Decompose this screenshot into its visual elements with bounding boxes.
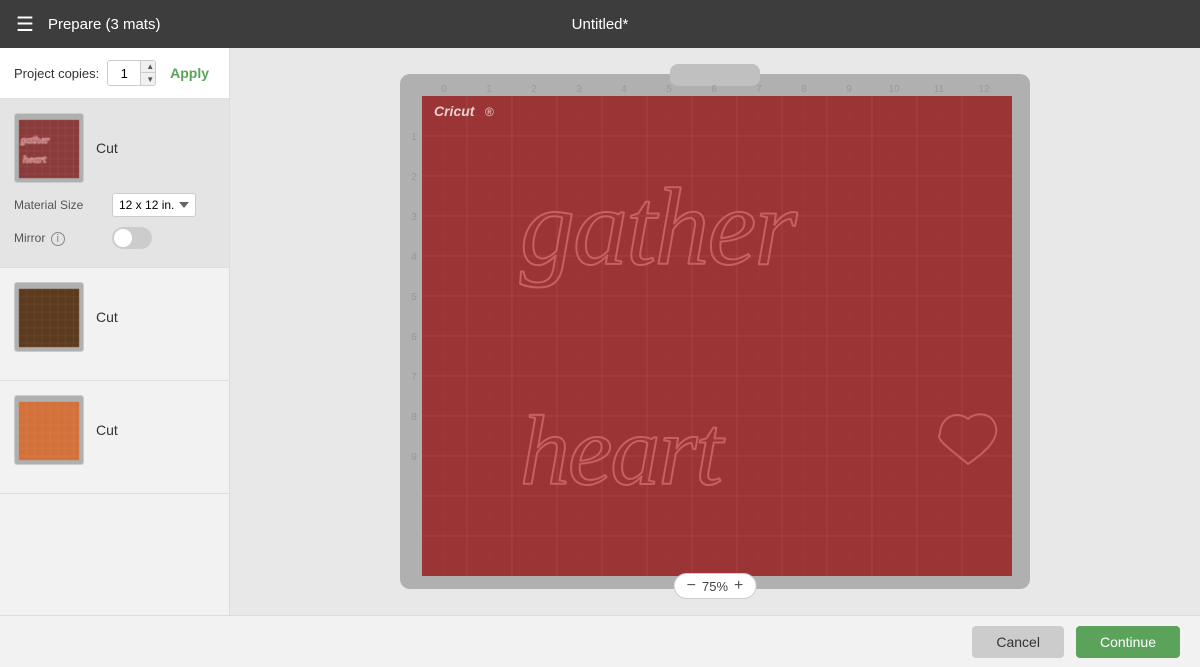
sidebar: Project copies: 1 ▲ ▼ Apply Cut (0, 48, 230, 615)
mat-panels: Cut Material Size 12 x 12 in. 12 x 24 in… (0, 99, 229, 615)
copies-up-arrow[interactable]: ▲ (141, 61, 156, 73)
svg-text:3: 3 (576, 84, 582, 95)
svg-text:12: 12 (978, 84, 990, 95)
mat3-cut-label: Cut (96, 422, 118, 438)
svg-text:4: 4 (411, 252, 417, 263)
mat-panel-3[interactable]: Cut (0, 381, 229, 494)
material-size-label: Material Size (14, 198, 104, 212)
prepare-title: Prepare (3 mats) (48, 16, 161, 33)
svg-text:8: 8 (801, 84, 807, 95)
bottom-bar: Cancel Continue (0, 615, 1200, 667)
cancel-button[interactable]: Cancel (972, 626, 1064, 658)
toggle-slider (112, 227, 152, 249)
main-layout: Project copies: 1 ▲ ▼ Apply Cut (0, 48, 1200, 615)
material-size-select[interactable]: 12 x 12 in. 12 x 24 in. (112, 193, 196, 217)
svg-text:5: 5 (411, 292, 417, 303)
continue-button[interactable]: Continue (1076, 626, 1180, 658)
mat1-top-row: Cut (14, 113, 215, 183)
document-title: Untitled* (572, 16, 629, 33)
mat2-top-row: Cut (14, 282, 215, 352)
copies-input-wrapper: 1 ▲ ▼ (107, 60, 156, 86)
zoom-controls: − 75% + (674, 573, 757, 599)
svg-text:5: 5 (666, 84, 672, 95)
svg-text:6: 6 (711, 84, 717, 95)
svg-text:10: 10 (888, 84, 900, 95)
mat-panel-2[interactable]: Cut (0, 268, 229, 381)
zoom-in-button[interactable]: + (734, 578, 743, 594)
mat1-material-size-row: Material Size 12 x 12 in. 12 x 24 in. (14, 193, 215, 217)
apply-button[interactable]: Apply (164, 63, 215, 83)
svg-text:Cricut: Cricut (434, 103, 476, 119)
svg-text:6: 6 (411, 332, 417, 343)
mat3-thumbnail (14, 395, 84, 465)
svg-text:8: 8 (411, 412, 417, 423)
svg-text:®: ® (485, 105, 494, 119)
mat-svg: 0 1 2 3 4 5 6 7 8 9 10 11 12 1 2 (400, 64, 1030, 594)
mat-panel-1[interactable]: Cut Material Size 12 x 12 in. 12 x 24 in… (0, 99, 229, 268)
zoom-label: 75% (702, 579, 728, 594)
svg-text:gather: gather (520, 166, 798, 288)
mirror-toggle[interactable] (112, 227, 152, 249)
project-copies-label: Project copies: (14, 66, 99, 81)
project-copies-row: Project copies: 1 ▲ ▼ Apply (0, 48, 229, 99)
svg-text:1: 1 (486, 84, 492, 95)
copies-arrows: ▲ ▼ (140, 61, 156, 85)
copies-input[interactable]: 1 (108, 63, 140, 84)
svg-text:9: 9 (411, 452, 417, 463)
mat1-thumbnail (14, 113, 84, 183)
mat3-top-row: Cut (14, 395, 215, 465)
svg-text:7: 7 (411, 372, 417, 383)
svg-text:4: 4 (621, 84, 627, 95)
mirror-label: Mirror i (14, 231, 104, 246)
svg-text:7: 7 (756, 84, 762, 95)
copies-down-arrow[interactable]: ▼ (141, 73, 156, 85)
mat2-thumbnail (14, 282, 84, 352)
app-header: ☰ Prepare (3 mats) Untitled* (0, 0, 1200, 48)
svg-text:0: 0 (441, 84, 447, 95)
zoom-out-button[interactable]: − (687, 578, 696, 594)
mat1-cut-label: Cut (96, 140, 118, 156)
canvas-area: 0 1 2 3 4 5 6 7 8 9 10 11 12 1 2 (230, 48, 1200, 615)
menu-icon[interactable]: ☰ (16, 12, 34, 37)
svg-text:heart: heart (520, 395, 725, 506)
svg-text:3: 3 (411, 212, 417, 223)
mat-wrapper: 0 1 2 3 4 5 6 7 8 9 10 11 12 1 2 (400, 64, 1030, 599)
svg-text:9: 9 (846, 84, 852, 95)
svg-text:2: 2 (411, 172, 417, 183)
mirror-info-icon[interactable]: i (51, 232, 65, 246)
svg-text:1: 1 (411, 132, 417, 143)
mat2-cut-label: Cut (96, 309, 118, 325)
mat1-mirror-row: Mirror i (14, 227, 215, 249)
mat1-fields: Material Size 12 x 12 in. 12 x 24 in. Mi… (14, 193, 215, 249)
svg-text:2: 2 (531, 84, 537, 95)
svg-text:11: 11 (934, 84, 945, 95)
